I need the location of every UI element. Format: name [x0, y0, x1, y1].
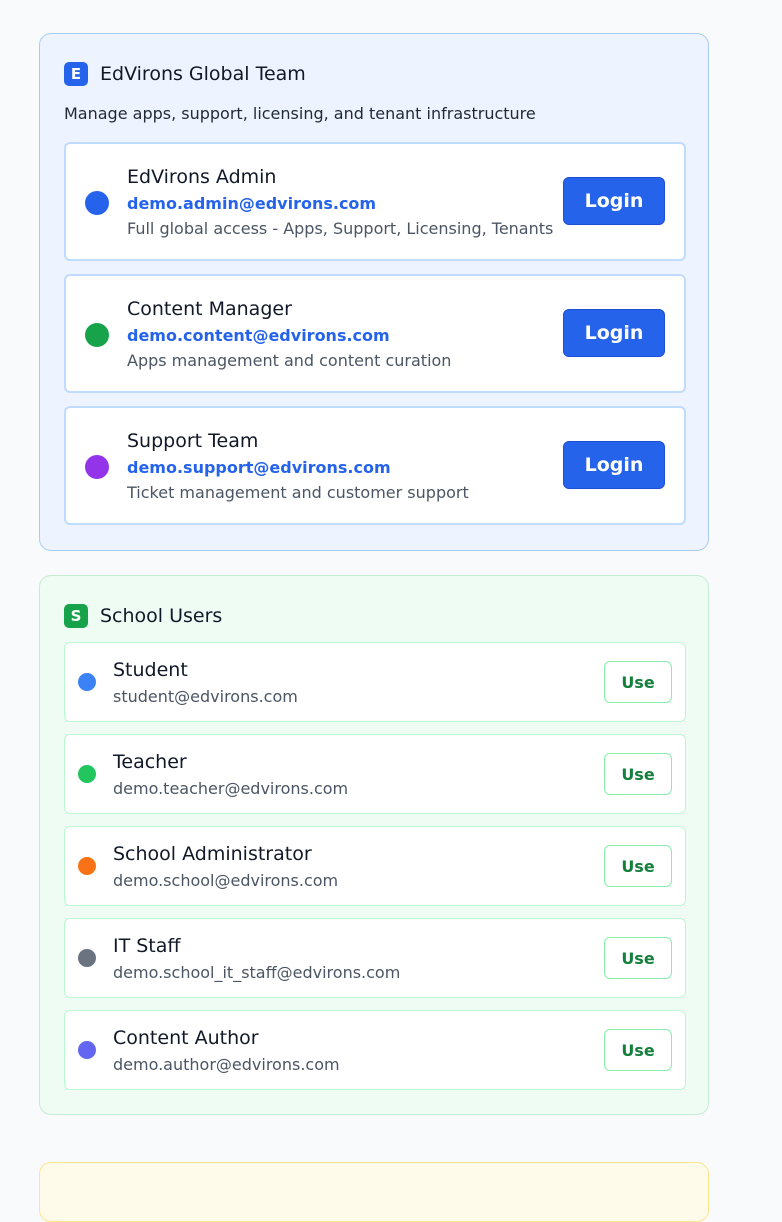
user-card-student: Student student@edvirons.com Use: [64, 642, 686, 722]
user-name: Content Author: [113, 1027, 259, 1049]
user-color-dot: [78, 1041, 96, 1059]
global-team-subtitle: Manage apps, support, licensing, and ten…: [64, 104, 536, 123]
school-users-badge-icon: S: [64, 604, 88, 628]
user-card-teacher: Teacher demo.teacher@edvirons.com Use: [64, 734, 686, 814]
global-team-panel: E EdVirons Global Team Manage apps, supp…: [39, 33, 709, 551]
user-name: Teacher: [113, 751, 187, 773]
user-color-dot: [78, 949, 96, 967]
user-card-content-author: Content Author demo.author@edvirons.com …: [64, 1010, 686, 1090]
role-name: EdVirons Admin: [127, 166, 277, 188]
role-name: Content Manager: [127, 298, 292, 320]
global-team-badge-icon: E: [64, 62, 88, 86]
global-team-title: EdVirons Global Team: [100, 63, 306, 85]
user-name: Student: [113, 659, 188, 681]
use-button-it-staff[interactable]: Use: [604, 937, 672, 979]
role-color-dot: [85, 191, 109, 215]
user-email: demo.author@edvirons.com: [113, 1055, 340, 1074]
role-card-support: Support Team demo.support@edvirons.com T…: [64, 406, 686, 525]
school-users-title: School Users: [100, 605, 223, 627]
role-color-dot: [85, 323, 109, 347]
role-name: Support Team: [127, 430, 259, 452]
school-users-header: S School Users: [64, 604, 222, 628]
role-color-dot: [85, 455, 109, 479]
role-description: Apps management and content curation: [127, 351, 452, 370]
role-card-admin: EdVirons Admin demo.admin@edvirons.com F…: [64, 142, 686, 261]
use-button-school-administrator[interactable]: Use: [604, 845, 672, 887]
role-description: Ticket management and customer support: [127, 483, 469, 502]
role-card-content-manager: Content Manager demo.content@edvirons.co…: [64, 274, 686, 393]
user-email: demo.school@edvirons.com: [113, 871, 339, 890]
login-button-admin[interactable]: Login: [563, 177, 665, 225]
user-color-dot: [78, 857, 96, 875]
use-button-content-author[interactable]: Use: [604, 1029, 672, 1071]
next-panel: [39, 1162, 709, 1222]
use-button-teacher[interactable]: Use: [604, 753, 672, 795]
user-name: School Administrator: [113, 843, 312, 865]
role-email: demo.content@edvirons.com: [127, 326, 390, 345]
school-users-panel: S School Users Student student@edvirons.…: [39, 575, 709, 1115]
role-email: demo.admin@edvirons.com: [127, 194, 377, 213]
user-name: IT Staff: [113, 935, 181, 957]
use-button-student[interactable]: Use: [604, 661, 672, 703]
user-color-dot: [78, 673, 96, 691]
user-card-it-staff: IT Staff demo.school_it_staff@edvirons.c…: [64, 918, 686, 998]
role-description: Full global access - Apps, Support, Lice…: [127, 219, 554, 238]
login-button-support[interactable]: Login: [563, 441, 665, 489]
user-email: demo.teacher@edvirons.com: [113, 779, 349, 798]
user-card-school-administrator: School Administrator demo.school@edviron…: [64, 826, 686, 906]
user-color-dot: [78, 765, 96, 783]
role-email: demo.support@edvirons.com: [127, 458, 391, 477]
global-team-header: E EdVirons Global Team: [64, 62, 306, 86]
user-email: demo.school_it_staff@edvirons.com: [113, 963, 401, 982]
user-email: student@edvirons.com: [113, 687, 298, 706]
login-button-content-manager[interactable]: Login: [563, 309, 665, 357]
